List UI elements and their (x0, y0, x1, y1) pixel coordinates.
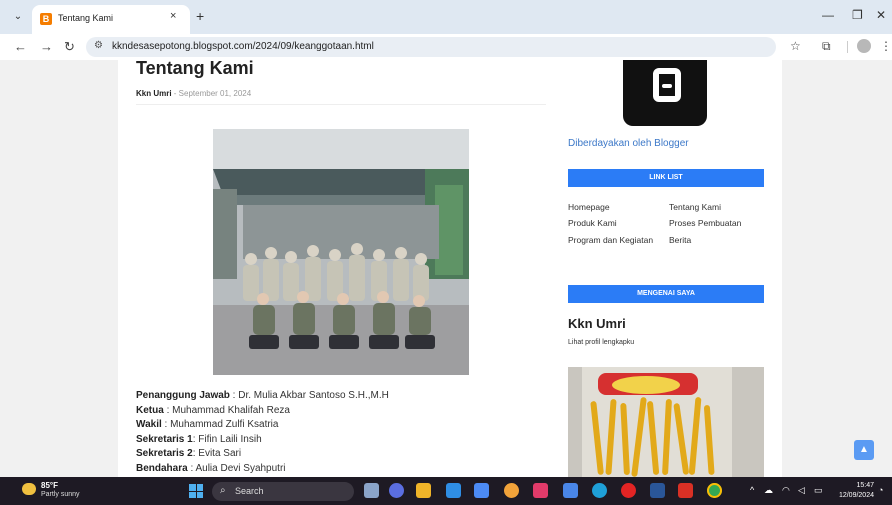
blogger-logo[interactable] (623, 60, 707, 126)
mendeley-icon[interactable] (446, 483, 461, 498)
profile-avatar[interactable] (857, 39, 871, 53)
link-tentang-kami[interactable]: Tentang Kami (669, 202, 721, 212)
task-view-icon[interactable] (364, 483, 379, 498)
address-bar[interactable]: ⚙ kkndesasepotong.blogspot.com/2024/09/k… (86, 37, 776, 57)
url-text[interactable]: kkndesasepotong.blogspot.com/2024/09/kea… (112, 41, 374, 52)
opera-icon[interactable] (621, 483, 636, 498)
blog-content: Tentang Kami Kkn Umri - September 01, 20… (118, 60, 782, 477)
reload-icon[interactable]: ↻ (64, 39, 75, 55)
member-name: : Muhammad Khalifah Reza (163, 404, 290, 416)
member-role: Ketua (136, 404, 164, 416)
bookmark-star-icon[interactable]: ☆ (790, 39, 801, 53)
link-list-heading: LINK LIST (568, 169, 764, 187)
new-tab-button[interactable]: + (196, 8, 204, 24)
weather-partly-sunny-icon[interactable] (22, 483, 36, 495)
member-name: : Aulia Devi Syahputri (187, 462, 286, 474)
link-berita[interactable]: Berita (669, 235, 691, 245)
notes-icon[interactable] (563, 483, 578, 498)
member-row-bendahara: Bendahara : Aulia Devi Syahputri (136, 462, 389, 477)
meta-separator: - (171, 89, 179, 98)
member-role: Sekretaris 1 (136, 433, 193, 445)
clock-date: 12/09/2024 (838, 492, 874, 499)
volume-icon[interactable]: ◁ (798, 485, 805, 496)
member-row-sekretaris-1: Sekretaris 1: Fifin Laili Insih (136, 433, 389, 448)
browser-toolbar: ← → ↻ ⚙ kkndesasepotong.blogspot.com/202… (0, 34, 892, 60)
windows-start-icon[interactable] (189, 484, 203, 498)
post-meta: Kkn Umri - September 01, 2024 (136, 89, 251, 98)
app-icon-orange[interactable] (504, 483, 519, 498)
extensions-icon[interactable]: ⧉ (822, 39, 831, 54)
member-row-wakil: Wakil : Muhammad Zulfi Ksatria (136, 418, 389, 433)
show-hidden-icons-icon[interactable]: ^ (750, 485, 754, 495)
page-viewport: Tentang Kami Kkn Umri - September 01, 20… (0, 60, 892, 477)
member-name: : Dr. Mulia Akbar Santoso S.H.,M.H (229, 390, 389, 401)
link-homepage[interactable]: Homepage (568, 202, 610, 212)
notification-icon[interactable]: ◔ (878, 485, 883, 495)
link-proses-pembuatan[interactable]: Proses Pembuatan (669, 218, 741, 228)
member-role: Bendahara (136, 462, 188, 474)
tab-search-chevron-icon[interactable]: ⌄ (8, 8, 28, 26)
edge-icon[interactable] (592, 483, 607, 498)
tab-close-icon[interactable]: × (170, 10, 176, 22)
profile-name[interactable]: Kkn Umri (568, 316, 626, 331)
acrobat-icon[interactable] (678, 483, 693, 498)
system-clock[interactable]: 15:47 12/09/2024 (836, 481, 874, 501)
member-role: Sekretaris 2 (136, 448, 193, 459)
link-produk-kami[interactable]: Produk Kami (568, 218, 617, 228)
site-info-icon[interactable]: ⚙ (94, 40, 103, 51)
blogger-icon: B (40, 13, 52, 25)
zoom-icon[interactable] (389, 483, 404, 498)
member-row-penanggung-jawab: Penanggung Jawab : Dr. Mulia Akbar Santo… (136, 389, 389, 404)
weather-temperature[interactable]: 85°F (41, 481, 58, 490)
tab-tentang-kami[interactable]: B Tentang Kami × (32, 5, 190, 34)
blogger-b-icon (653, 68, 681, 102)
cloud-icon[interactable]: ☁ (764, 485, 773, 496)
member-row-sekretaris-2: Sekretaris 2: Evita Sari (136, 447, 389, 462)
member-role: Penanggung Jawab (136, 390, 230, 401)
tab-title: Tentang Kami (58, 13, 114, 23)
member-role: Wakil (136, 419, 162, 430)
forward-icon[interactable]: → (40, 39, 53, 55)
meta-divider (136, 104, 546, 105)
scroll-to-top-button[interactable]: ▲ (854, 440, 874, 460)
toolbar-separator (847, 41, 848, 53)
restore-icon[interactable]: ❐ (852, 8, 863, 22)
member-list: Penanggung Jawab : Dr. Mulia Akbar Santo… (136, 389, 389, 476)
member-name: : Muhammad Zulfi Ksatria (161, 419, 279, 430)
member-name: : Fifin Laili Insih (192, 433, 262, 445)
taskbar: 85°F Partly sunny ⌕ Search ^ ☁ ◠ ◁ ▭ 15:… (0, 477, 892, 505)
file-explorer-icon[interactable] (416, 483, 431, 498)
member-name: : Evita Sari (192, 448, 242, 459)
battery-icon[interactable]: ▭ (814, 485, 823, 496)
about-heading: MENGENAI SAYA (568, 285, 764, 303)
post-author[interactable]: Kkn Umri (136, 89, 172, 98)
post-date[interactable]: September 01, 2024 (179, 89, 252, 98)
wifi-icon[interactable]: ◠ (782, 485, 790, 496)
group-photo-illustration (213, 129, 469, 375)
close-window-icon[interactable]: ✕ (876, 8, 886, 22)
app-icon-red[interactable] (533, 483, 548, 498)
taskbar-search[interactable]: ⌕ Search (212, 482, 354, 501)
minimize-icon[interactable]: — (822, 8, 834, 22)
post-title: Tentang Kami (136, 60, 254, 78)
back-icon[interactable]: ← (14, 39, 27, 55)
more-menu-icon[interactable]: ⋮ (880, 39, 892, 53)
powered-by-blogger-link[interactable]: Diberdayakan oleh Blogger (568, 138, 689, 149)
clock-time: 15:47 (856, 482, 874, 489)
word-icon[interactable] (650, 483, 665, 498)
weather-description[interactable]: Partly sunny (41, 491, 80, 498)
search-placeholder: Search (235, 486, 264, 496)
profile-photo[interactable] (568, 367, 764, 477)
tab-strip: ⌄ B Tentang Kami × + — ❐ ✕ (0, 0, 892, 34)
member-row-ketua: Ketua : Muhammad Khalifah Reza (136, 404, 389, 419)
snack-product-illustration (568, 367, 764, 477)
link-program-dan-kegiatan[interactable]: Program dan Kegiatan (568, 235, 653, 245)
group-photo[interactable] (213, 129, 469, 375)
chrome-icon[interactable] (707, 483, 722, 498)
search-icon: ⌕ (220, 485, 226, 496)
view-full-profile-link[interactable]: Lihat profil lengkapku (568, 339, 634, 346)
microsoft-store-icon[interactable] (474, 483, 489, 498)
